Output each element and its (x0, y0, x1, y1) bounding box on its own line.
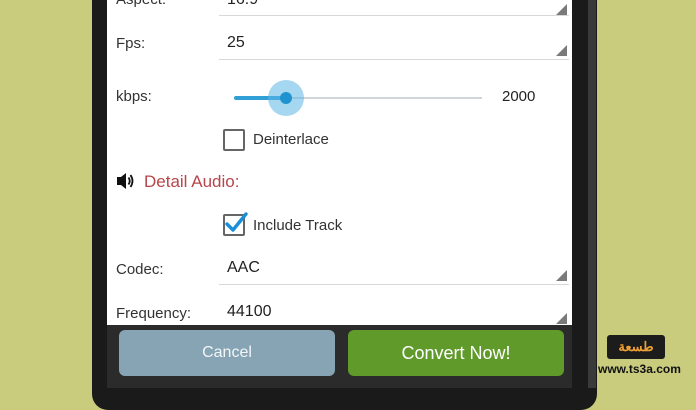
include-track-label: Include Track (253, 217, 343, 234)
kbps-value: 2000 (502, 88, 536, 105)
aspect-dropdown-icon[interactable] (556, 4, 567, 15)
codec-dropdown-icon[interactable] (556, 270, 567, 281)
phone-edge (588, 0, 596, 388)
aspect-label: Aspect: (116, 0, 166, 8)
deinterlace-label: Deinterlace (253, 131, 329, 148)
speaker-icon (115, 170, 135, 192)
aspect-underline (219, 15, 569, 16)
site-url-watermark: www.ts3a.com (598, 362, 681, 376)
aspect-value[interactable]: 16:9 (227, 0, 258, 9)
deinterlace-checkbox[interactable] (223, 129, 245, 151)
cancel-button[interactable]: Cancel (119, 330, 335, 376)
codec-underline (219, 284, 569, 285)
fps-underline (219, 59, 569, 60)
codec-label: Codec: (116, 261, 164, 278)
kbps-label: kbps: (116, 88, 152, 105)
codec-value[interactable]: AAC (227, 259, 260, 277)
fps-value[interactable]: 25 (227, 34, 245, 52)
kbps-slider-thumb[interactable] (280, 92, 293, 104)
detail-audio-title: Detail Audio: (144, 172, 240, 191)
checkmark-icon (225, 212, 248, 232)
convert-now-button[interactable]: Convert Now! (348, 330, 564, 376)
include-track-checkbox[interactable] (223, 212, 248, 236)
action-bar: Cancel Convert Now! (107, 325, 572, 388)
site-logo: طسعة (607, 335, 665, 359)
frequency-label: Frequency: (116, 305, 192, 322)
fps-label: Fps: (116, 35, 146, 52)
fps-dropdown-icon[interactable] (556, 45, 567, 56)
frequency-value[interactable]: 44100 (227, 303, 272, 321)
frequency-dropdown-icon[interactable] (556, 313, 567, 324)
settings-screen: Aspect: 16:9 Fps: 25 kbps: 2000 Deinterl… (107, 0, 572, 325)
